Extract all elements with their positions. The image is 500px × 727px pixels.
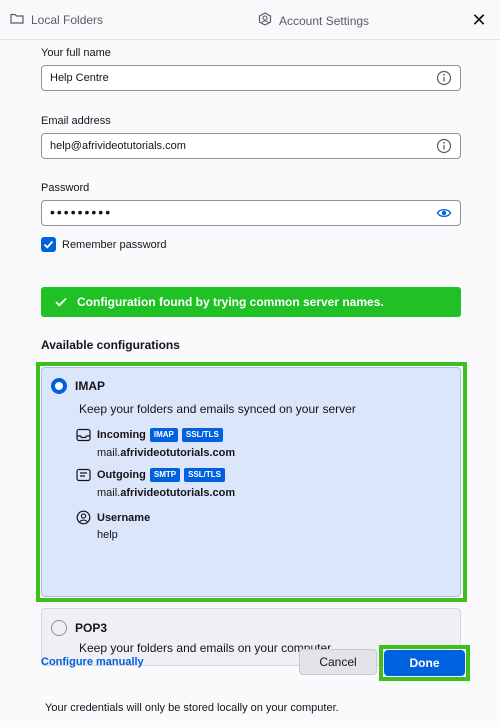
account-settings-icon: [258, 12, 279, 29]
checkmark-icon: [43, 240, 54, 249]
cancel-button[interactable]: Cancel: [299, 649, 377, 675]
inbox-icon: [76, 428, 91, 442]
imap-radio[interactable]: [51, 378, 67, 394]
incoming-server-row: Incoming IMAP SSL/TLS: [76, 428, 223, 442]
close-icon[interactable]: ✕: [470, 11, 488, 29]
outgoing-protocol-badge: SMTP: [149, 468, 181, 482]
credentials-note: Your credentials will only be stored loc…: [45, 702, 339, 714]
password-value: •••••••••: [50, 204, 113, 220]
email-value: help@afrivideotutorials.com: [50, 140, 186, 152]
full-name-input[interactable]: Help Centre: [41, 65, 461, 91]
config-found-text: Configuration found by trying common ser…: [77, 295, 384, 309]
full-name-value: Help Centre: [50, 72, 109, 84]
remember-password-label: Remember password: [62, 238, 167, 251]
tab-local-folders-label: Local Folders: [31, 12, 104, 27]
outgoing-security-badge: SSL/TLS: [184, 468, 225, 482]
incoming-host: mail.afrivideotutorials.com: [97, 447, 235, 459]
outgoing-host-prefix: mail.: [97, 487, 121, 499]
tab-account-settings-label: Account Settings: [279, 13, 370, 28]
info-icon[interactable]: [436, 138, 452, 163]
full-name-label: Your full name: [41, 47, 111, 59]
outbox-icon: [76, 468, 91, 482]
pop3-radio[interactable]: [51, 620, 67, 636]
remember-password-checkbox[interactable]: [41, 237, 56, 252]
username-value: help: [97, 529, 118, 541]
remember-password-row[interactable]: Remember password: [41, 237, 167, 252]
eye-icon[interactable]: [436, 205, 452, 230]
imap-option[interactable]: IMAP Keep your folders and emails synced…: [41, 367, 461, 597]
tab-account-settings[interactable]: Account Settings: [258, 12, 369, 29]
incoming-host-prefix: mail.: [97, 447, 121, 459]
folder-icon: [10, 12, 31, 27]
done-button[interactable]: Done: [384, 650, 465, 676]
config-found-banner: Configuration found by trying common ser…: [41, 287, 461, 317]
incoming-host-domain: afrivideotutorials.com: [120, 447, 236, 459]
available-configurations-title: Available configurations: [41, 338, 180, 352]
tab-bar: Local Folders Account Settings ✕: [0, 0, 500, 40]
password-input[interactable]: •••••••••: [41, 200, 461, 226]
check-icon: [55, 297, 67, 307]
username-label: Username: [97, 511, 151, 524]
username-row: Username: [76, 510, 150, 525]
incoming-protocol-badge: IMAP: [149, 428, 178, 442]
configure-manually-link[interactable]: Configure manually: [41, 656, 144, 668]
outgoing-host-domain: afrivideotutorials.com: [120, 487, 236, 499]
email-input[interactable]: help@afrivideotutorials.com: [41, 133, 461, 159]
user-icon: [76, 510, 91, 525]
outgoing-server-row: Outgoing SMTP SSL/TLS: [76, 468, 225, 482]
info-icon[interactable]: [436, 70, 452, 95]
incoming-label: Incoming: [97, 429, 146, 441]
email-label: Email address: [41, 115, 111, 127]
outgoing-host: mail.afrivideotutorials.com: [97, 487, 235, 499]
outgoing-label: Outgoing: [97, 469, 146, 481]
imap-description: Keep your folders and emails synced on y…: [79, 402, 356, 416]
pop3-title: POP3: [75, 621, 108, 635]
tab-local-folders[interactable]: Local Folders: [10, 12, 103, 27]
pop3-description: Keep your folders and emails on your com…: [79, 641, 332, 655]
account-setup-panel: Your full name Help Centre Email address…: [0, 40, 500, 727]
incoming-security-badge: SSL/TLS: [181, 428, 223, 442]
password-label: Password: [41, 182, 90, 194]
imap-title: IMAP: [75, 379, 105, 393]
